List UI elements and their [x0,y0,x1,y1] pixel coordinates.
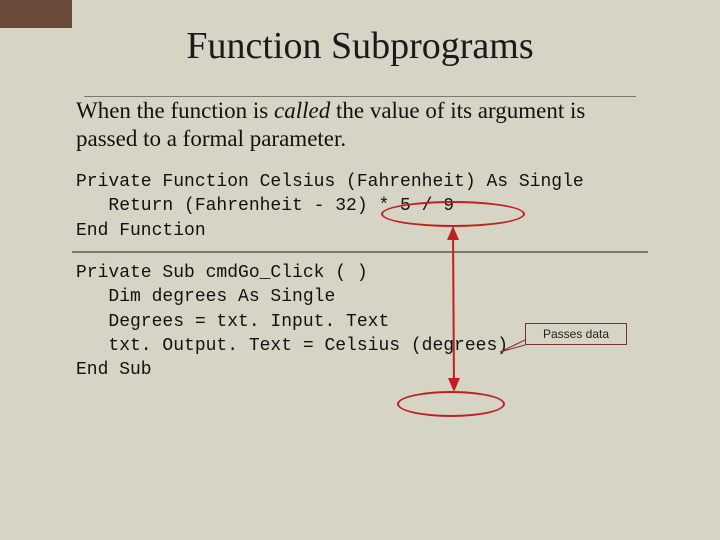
code-line: Dim degrees As Single [76,287,335,307]
slide-title: Function Subprograms [72,24,648,78]
code-line: Private Sub cmdGo_Click ( ) [76,263,368,283]
code-line: Degrees = txt. Input. Text [76,312,389,332]
section-divider [72,251,648,253]
code-line: txt. Output. Text = Celsius (degrees) [76,336,508,356]
highlight-ellipse-fahrenheit [381,201,525,227]
code-line: End Sub [76,360,152,380]
highlight-ellipse-degrees [397,391,505,417]
body-text-pre: When the function is [76,98,274,123]
code-line: Private Function Celsius (Fahrenheit) As… [76,172,584,192]
body-text-italic: called [274,98,330,123]
callout-label: Passes data [525,323,627,345]
code-block-sub: Private Sub cmdGo_Click ( ) Dim degrees … [72,261,648,382]
code-block-function: Private Function Celsius (Fahrenheit) As… [72,170,648,243]
code-line: End Function [76,221,206,241]
body-paragraph: When the function is called the value of… [72,97,648,152]
callout-text: Passes data [543,327,609,341]
corner-crop-mark [0,0,72,28]
